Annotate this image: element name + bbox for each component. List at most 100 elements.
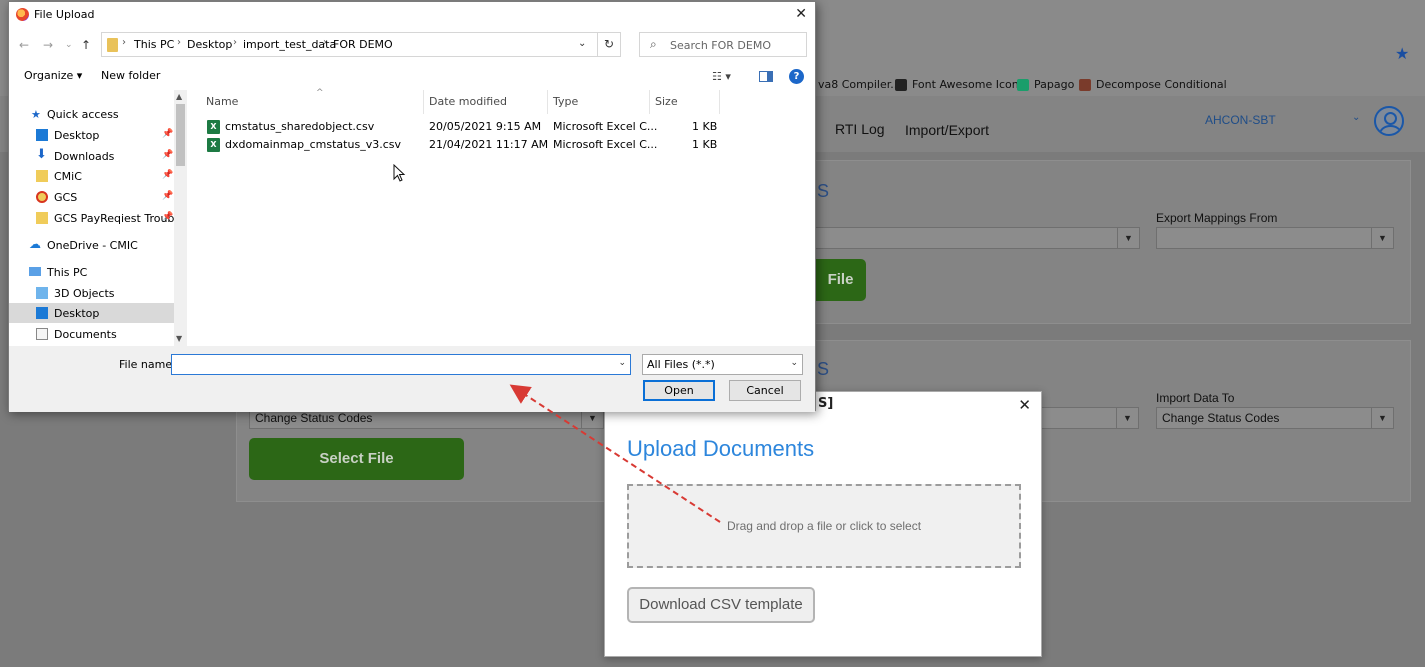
file-name-input[interactable]: ⌄ (171, 354, 631, 375)
nav-gcs-payrequest[interactable]: GCS PayReqiest Trouble 📌 (9, 208, 184, 228)
bookmark-star-icon[interactable]: ★ (1395, 46, 1411, 62)
breadcrumb-for-demo[interactable]: FOR DEMO (333, 38, 393, 51)
bookmark-java-compiler[interactable]: va8 Compiler... (818, 78, 901, 91)
nav-desktop[interactable]: Desktop (9, 303, 174, 323)
file-type-value: All Files (*.*) (647, 358, 715, 371)
up-arrow-icon[interactable]: ↑ (81, 38, 91, 52)
nav-gcs[interactable]: GCS 📌 (9, 187, 174, 207)
user-avatar-icon[interactable] (1374, 106, 1404, 136)
nav-scrollbar[interactable]: ▲ ▼ (174, 90, 187, 346)
column-date-modified[interactable]: Date modified (429, 95, 507, 108)
breadcrumb-separator-icon: › (233, 37, 237, 48)
select-arrow-icon: ▼ (1117, 228, 1139, 248)
file-name: dxdomainmap_cmstatus_v3.csv (225, 138, 401, 151)
close-icon[interactable]: ✕ (1018, 396, 1031, 414)
column-size[interactable]: Size (655, 95, 678, 108)
column-divider[interactable] (423, 90, 424, 114)
nav-label: CMiC (54, 170, 82, 183)
column-divider[interactable] (547, 90, 548, 114)
chevron-down-icon[interactable]: ⌄ (618, 358, 626, 368)
dialog-toolbar: Organize ▾ New folder ☷ ▾ ? (9, 64, 815, 88)
download-icon: ⬇ (36, 147, 47, 162)
back-arrow-icon[interactable]: ← (19, 38, 29, 52)
flag-icon (895, 78, 907, 91)
select-arrow-icon: ▼ (1371, 228, 1393, 248)
nav-label: OneDrive - CMIC (47, 239, 138, 252)
pc-icon (29, 267, 41, 276)
folder-icon (36, 212, 48, 224)
download-csv-template-button[interactable]: Download CSV template (627, 587, 815, 623)
file-dropzone[interactable]: Drag and drop a file or click to select (627, 484, 1021, 568)
document-icon (36, 328, 48, 340)
pin-icon: 📌 (162, 212, 174, 222)
nav-this-pc[interactable]: This PC (9, 262, 174, 282)
search-icon: ⌕ (650, 37, 657, 51)
export-mappings-select[interactable]: ▼ (1156, 227, 1394, 249)
file-name: cmstatus_sharedobject.csv (225, 120, 375, 133)
bookmark-font-awesome[interactable]: Font Awesome Icons (895, 78, 1024, 91)
recent-chevron-icon[interactable]: ⌄ (65, 40, 73, 50)
nav-onedrive[interactable]: ☁ OneDrive - CMIC (9, 235, 174, 255)
help-icon[interactable]: ? (789, 69, 804, 84)
column-type[interactable]: Type (553, 95, 578, 108)
address-bar[interactable]: › This PC › Desktop › import_test_data ›… (101, 32, 621, 57)
star-icon: ★ (31, 108, 41, 121)
breadcrumb-separator-icon: › (122, 37, 126, 48)
chevron-down-icon: ⌄ (790, 358, 798, 368)
pin-icon: 📌 (162, 129, 174, 139)
button-label: File (827, 271, 854, 288)
excel-file-icon: X (207, 120, 220, 134)
nav-cmic[interactable]: CMiC 📌 (9, 166, 174, 186)
import-data-to-select[interactable]: Change Status Codes ▼ (1156, 407, 1394, 429)
search-input[interactable]: ⌕ Search FOR DEMO (639, 32, 807, 57)
file-row[interactable]: X cmstatus_sharedobject.csv 20/05/2021 9… (199, 118, 719, 136)
dropzone-text: Drag and drop a file or click to select (726, 519, 922, 533)
bookmark-papago[interactable]: Papago (1017, 78, 1074, 91)
folder-icon (107, 38, 118, 52)
open-button[interactable]: Open (643, 380, 715, 401)
nav-desktop-pinned[interactable]: Desktop 📌 (9, 125, 174, 145)
preview-pane-icon[interactable] (759, 71, 773, 82)
chevron-down-icon[interactable]: ⌄ (1352, 112, 1360, 123)
nav-downloads[interactable]: ⬇ Downloads 📌 (9, 146, 174, 166)
column-name[interactable]: Name (206, 95, 238, 108)
mouse-cursor-icon (393, 164, 406, 182)
refresh-icon[interactable]: ↻ (597, 32, 621, 57)
nav-documents[interactable]: Documents (9, 324, 174, 344)
column-divider[interactable] (649, 90, 650, 114)
breadcrumb-this-pc[interactable]: This PC (134, 38, 174, 51)
nav-3d-objects[interactable]: 3D Objects (9, 283, 174, 303)
bookmark-decompose-conditional[interactable]: Decompose Conditional (1079, 78, 1227, 91)
select-value: Change Status Codes (255, 411, 373, 425)
file-list: ^ Name Date modified Type Size X cmstatu… (189, 88, 817, 346)
scroll-down-icon[interactable]: ▼ (176, 334, 182, 343)
cancel-button[interactable]: Cancel (729, 380, 801, 401)
forward-arrow-icon[interactable]: → (43, 38, 53, 52)
column-divider[interactable] (719, 90, 720, 114)
select-arrow-icon: ▼ (1116, 408, 1138, 428)
nav-rti-log[interactable]: RTI Log (835, 121, 885, 137)
close-icon[interactable]: ✕ (795, 6, 807, 22)
breadcrumb-desktop[interactable]: Desktop (187, 38, 232, 51)
scroll-thumb[interactable] (176, 104, 185, 166)
org-selector[interactable]: AHCON-SBT (1205, 113, 1276, 127)
nav-label: Desktop (54, 307, 100, 320)
export-file-button[interactable]: File (815, 259, 866, 301)
chevron-down-icon[interactable]: ⌄ (578, 38, 586, 49)
organize-label: Organize (24, 69, 74, 82)
file-type-filter[interactable]: All Files (*.*) ⌄ (642, 354, 803, 375)
export-source-select[interactable]: ▼ (815, 227, 1140, 249)
file-upload-dialog: File Upload ✕ ← → ⌄ ↑ › This PC › Deskto… (8, 1, 817, 412)
nav-quick-access[interactable]: ★ Quick access (9, 104, 174, 124)
select-file-button[interactable]: Select File (249, 438, 464, 480)
import-data-to-label: Import Data To (1156, 391, 1235, 405)
new-folder-button[interactable]: New folder (101, 69, 160, 82)
dialog-titlebar[interactable]: File Upload ✕ (9, 2, 815, 28)
nav-label: This PC (47, 266, 88, 279)
organize-menu[interactable]: Organize ▾ (24, 69, 82, 82)
scroll-up-icon[interactable]: ▲ (176, 92, 182, 101)
nav-import-export[interactable]: Import/Export (905, 122, 989, 138)
file-row[interactable]: X dxdomainmap_cmstatus_v3.csv 21/04/2021… (199, 136, 719, 154)
view-options-icon[interactable]: ☷ ▾ (712, 70, 731, 83)
file-size: 1 KB (692, 138, 718, 151)
